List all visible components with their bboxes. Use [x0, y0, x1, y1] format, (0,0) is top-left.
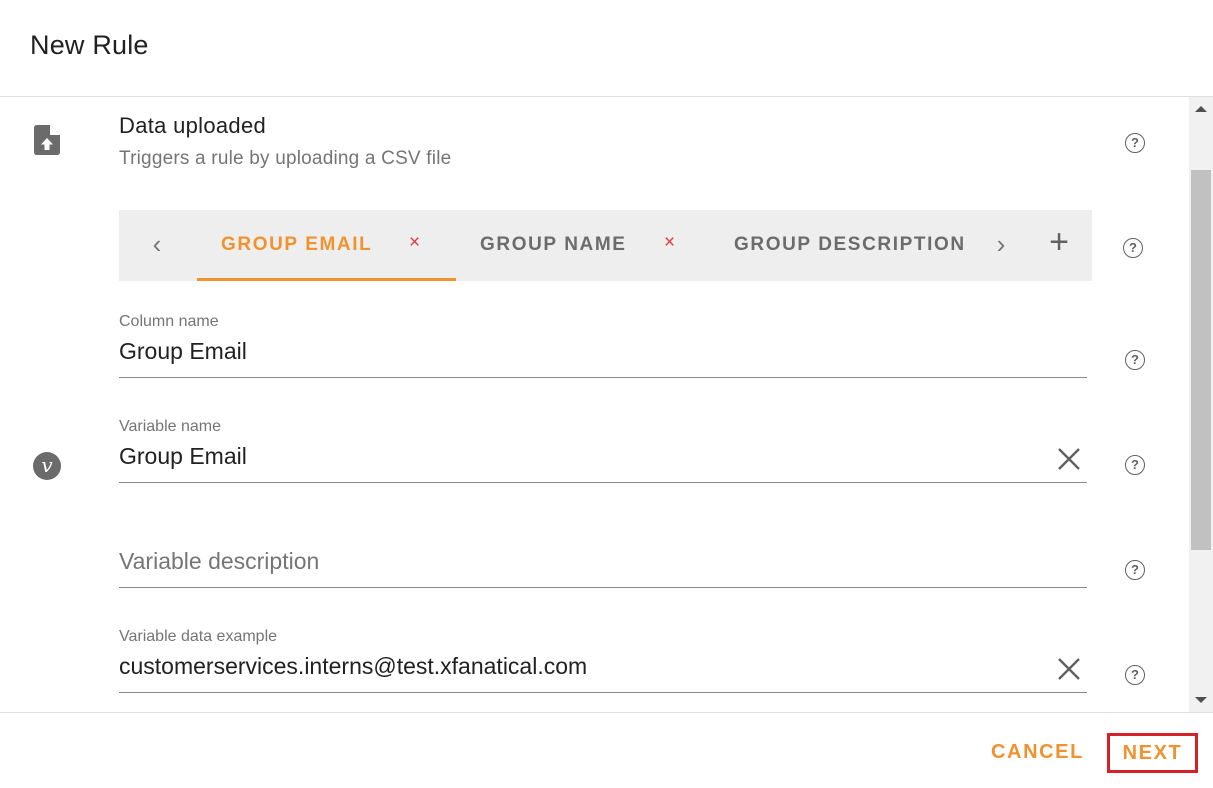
column-name-field[interactable]: Column name — [119, 312, 1087, 380]
help-icon-variable-description[interactable]: ? — [1125, 560, 1145, 580]
field-underline — [119, 482, 1087, 483]
dialog-title: New Rule — [30, 30, 149, 60]
file-upload-icon — [34, 125, 60, 155]
tab-label: GROUP EMAIL — [221, 234, 373, 255]
active-tab-indicator — [197, 278, 456, 281]
dialog-content: Data uploaded Triggers a rule by uploadi… — [0, 97, 1213, 712]
field-label: Variable data example — [119, 628, 278, 645]
help-icon-variable-name[interactable]: ? — [1125, 455, 1145, 475]
variable-data-example-field[interactable]: Variable data example — [119, 627, 1087, 695]
trigger-subtitle: Triggers a rule by uploading a CSV file — [119, 148, 452, 169]
variable-icon: v — [33, 452, 61, 480]
column-tabbar: ‹ GROUP EMAIL × GROUP NAME × GROUP DESCR… — [119, 210, 1092, 281]
tab-group-email[interactable]: GROUP EMAIL × — [197, 210, 456, 281]
scrollbar-thumb[interactable] — [1191, 170, 1211, 550]
tab-label: GROUP DESCRIPTION — [734, 234, 965, 255]
close-icon[interactable]: × — [409, 232, 420, 254]
tab-group-description[interactable]: GROUP DESCRIPTION — [709, 210, 965, 281]
field-label: Column name — [119, 313, 219, 330]
dialog-footer: CANCEL NEXT — [0, 712, 1213, 788]
clear-icon[interactable] — [1055, 445, 1083, 473]
help-icon-trigger[interactable]: ? — [1125, 133, 1145, 153]
cancel-button[interactable]: CANCEL — [991, 741, 1084, 764]
field-underline — [119, 377, 1087, 378]
scroll-up-arrow-icon[interactable] — [1195, 106, 1207, 112]
field-label: Variable name — [119, 418, 221, 435]
variable-description-field[interactable] — [119, 522, 1087, 590]
trigger-title: Data uploaded — [119, 113, 267, 138]
field-underline — [119, 587, 1087, 588]
variable-name-input[interactable] — [119, 443, 1019, 470]
column-name-input[interactable] — [119, 338, 1019, 365]
content-scrollbar[interactable] — [1189, 97, 1213, 712]
tabs-prev-button[interactable]: ‹ — [137, 210, 177, 281]
next-button[interactable]: NEXT — [1107, 733, 1198, 773]
dialog-header: New Rule — [0, 0, 1213, 97]
help-icon-variable-data-example[interactable]: ? — [1125, 665, 1145, 685]
help-icon-tabs[interactable]: ? — [1123, 238, 1143, 258]
clear-icon[interactable] — [1055, 655, 1083, 683]
variable-description-input[interactable] — [119, 548, 1019, 575]
tabs-next-button[interactable]: › — [981, 210, 1021, 281]
tab-group-name[interactable]: GROUP NAME × — [456, 210, 706, 281]
field-underline — [119, 692, 1087, 693]
scroll-down-arrow-icon[interactable] — [1195, 697, 1207, 703]
help-icon-column-name[interactable]: ? — [1125, 350, 1145, 370]
add-tab-button[interactable]: + — [1041, 210, 1077, 281]
variable-name-field[interactable]: Variable name — [119, 417, 1087, 485]
close-icon[interactable]: × — [664, 232, 675, 254]
variable-data-example-input[interactable] — [119, 653, 1019, 680]
tab-label: GROUP NAME — [480, 234, 627, 255]
